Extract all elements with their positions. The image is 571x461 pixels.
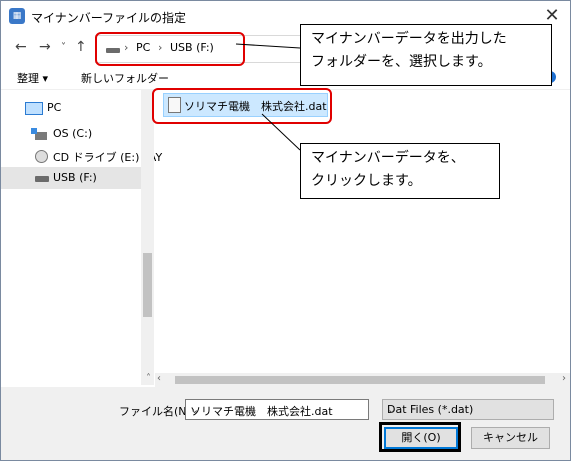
filename-input[interactable]: ソリマチ電機 株式会社.dat ⌄ xyxy=(185,399,369,420)
callout-line: クリックします。 xyxy=(311,173,422,189)
callout-line: マイナンバーデータを出力した xyxy=(311,31,507,47)
sidebar-item-label: PC xyxy=(47,101,62,114)
callout-line: フォルダーを、選択します。 xyxy=(311,54,492,70)
cancel-button[interactable]: キャンセル xyxy=(471,427,550,449)
sidebar-item-pc[interactable]: PC xyxy=(1,97,141,119)
file-highlight-box xyxy=(152,88,332,124)
computer-icon xyxy=(25,102,43,115)
system-drive-icon xyxy=(31,128,47,140)
recent-locations-chevron-icon[interactable]: ˅ xyxy=(61,42,66,53)
sidebar-item-cd-drive[interactable]: CD ドライブ (E:) PAY xyxy=(1,145,162,167)
callout-click-file: マイナンバーデータを、 クリックします。 xyxy=(300,143,500,199)
sidebar-item-label: USB (F:) xyxy=(53,171,97,184)
navigation-pane: PC OS (C:) CD ドライブ (E:) PAY USB (F:) xyxy=(1,89,162,385)
horizontal-scrollbar[interactable]: ‹ › xyxy=(155,373,570,387)
window-title: マイナンバーファイルの指定 xyxy=(31,11,187,25)
scrollbar-thumb[interactable] xyxy=(143,253,152,317)
usb-drive-icon xyxy=(35,176,49,182)
organize-button[interactable]: 整理 ▾ xyxy=(17,70,48,86)
cd-drive-icon xyxy=(35,150,48,163)
filename-label: ファイル名(N): xyxy=(119,405,195,418)
sidebar-item-os-c[interactable]: OS (C:) xyxy=(1,123,141,145)
scrollbar-thumb[interactable] xyxy=(175,376,545,384)
app-icon: ▦ xyxy=(9,8,25,24)
chevron-down-icon[interactable]: ⌄ xyxy=(190,403,364,416)
callout-select-folder: マイナンバーデータを出力した フォルダーを、選択します。 xyxy=(300,24,552,86)
file-list: ソリマチ電機 株式会社.dat xyxy=(155,89,570,371)
scroll-right-icon[interactable]: › xyxy=(562,373,566,384)
dialog-footer: ファイル名(N): ソリマチ電機 株式会社.dat ⌄ Dat Files (*… xyxy=(1,387,570,460)
navigation-scrollbar[interactable] xyxy=(141,89,154,385)
back-arrow-icon[interactable]: ← xyxy=(15,39,27,55)
scroll-up-icon[interactable]: ˄ xyxy=(146,373,151,384)
address-highlight-box xyxy=(95,32,245,66)
sidebar-item-usb[interactable]: USB (F:) xyxy=(1,167,141,189)
up-arrow-icon[interactable]: ↑ xyxy=(75,39,87,55)
chevron-down-icon: ⌄ xyxy=(387,403,397,416)
callout-line: マイナンバーデータを、 xyxy=(311,150,465,166)
file-type-select[interactable]: Dat Files (*.dat) ⌄ xyxy=(382,399,554,420)
scroll-left-icon[interactable]: ‹ xyxy=(157,373,161,384)
open-button-highlight xyxy=(379,422,461,452)
sidebar-item-label: OS (C:) xyxy=(53,127,93,140)
forward-arrow-icon[interactable]: → xyxy=(39,39,51,55)
new-folder-button[interactable]: 新しいフォルダー xyxy=(81,70,169,86)
